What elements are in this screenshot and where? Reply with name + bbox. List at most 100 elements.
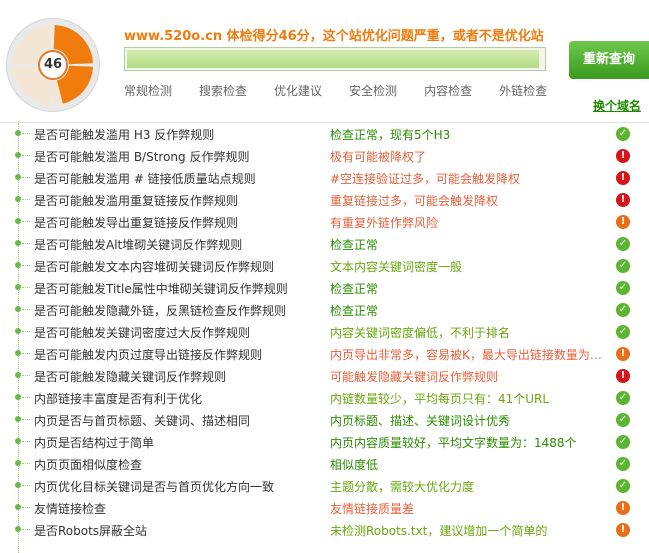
check-label: 是否可能触发关键词密度过大反作弊规则 — [34, 326, 251, 340]
alert-icon: ! — [616, 215, 630, 229]
check-icon: ✓ — [616, 281, 630, 295]
check-label: 友情链接检查 — [34, 502, 107, 516]
check-row: 是否可能触发Alt堆砌关键词反作弊规则 检查正常 ✓ — [0, 233, 649, 255]
progress-bar — [124, 47, 546, 71]
check-result: 内链数量较少，平均每页只有：41个URL — [330, 392, 550, 406]
check-label: 是否可能触发隐藏关键词反作弊规则 — [34, 370, 227, 384]
bullet-icon — [15, 284, 21, 290]
check-label: 内页是否与首页标题、关键词、描述相同 — [34, 414, 251, 428]
alert-icon: ! — [616, 171, 630, 185]
bullet-icon — [15, 218, 21, 224]
check-row: 内页页面相似度检查 相似度低 ✓ — [0, 453, 649, 475]
check-label: 是否可能触发Alt堆砌关键词反作弊规则 — [34, 238, 243, 252]
check-row: 是否Robots屏蔽全站 未检测Robots.txt，建议增加一个简单的! — [0, 519, 649, 541]
check-row: 是否可能触发内页过度导出链接反作弊规则 内页导出非常多，容易被K，最大导出链接数量… — [0, 343, 649, 365]
connector-line — [22, 199, 30, 200]
bullet-icon — [15, 130, 21, 136]
bullet-icon — [15, 372, 21, 378]
check-label: 内页页面相似度检查 — [34, 458, 143, 472]
check-row: 是否可能触发导出重复链接反作弊规则 有重复外链作弊风险! — [0, 211, 649, 233]
check-row: 内部链接丰富度是否有利于优化 内链数量较少，平均每页只有：41个URL ✓ — [0, 387, 649, 409]
tab-bar: 常规检测 搜索检查 优化建议 安全检测 内容检查 外链检查 — [124, 82, 574, 99]
check-row: 是否可能触发滥用 # 链接低质量站点规则 #空连接验证过多，可能会触发降权! — [0, 167, 649, 189]
tab-2[interactable]: 优化建议 — [274, 82, 322, 99]
check-label: 内部链接丰富度是否有利于优化 — [34, 392, 203, 406]
alert-icon: ! — [616, 149, 630, 163]
check-label: 是否可能触发内页过度导出链接反作弊规则 — [34, 348, 263, 362]
check-result: 检查正常 — [330, 304, 379, 318]
check-label: 是否可能触发文本内容堆砌关键词反作弊规则 — [34, 260, 275, 274]
check-label: 内页优化目标关键词是否与首页优化方向一致 — [34, 480, 275, 494]
bullet-icon — [15, 394, 21, 400]
bullet-icon — [15, 306, 21, 312]
bullet-icon — [15, 152, 21, 158]
connector-line — [22, 397, 30, 398]
connector-line — [22, 419, 30, 420]
check-label: 是否可能触发滥用重复链接反作弊规则 — [34, 194, 239, 208]
connector-line — [22, 177, 30, 178]
check-row: 是否可能触发关键词密度过大反作弊规则 内容关键词密度偏低，不利于排名 ✓ — [0, 321, 649, 343]
check-result: 未检测Robots.txt，建议增加一个简单的 — [330, 524, 548, 538]
check-row: 是否可能触发隐藏关键词反作弊规则 可能触发隐藏关键词反作弊规则! — [0, 365, 649, 387]
alert-icon: ! — [616, 501, 630, 515]
report-header: 46 www.520o.cn 体检得分46分，这个站优化问题严重，或者不是优化站… — [0, 0, 649, 118]
check-row: 是否可能触发滥用重复链接反作弊规则 重复链接过多，可能会触发降权! — [0, 189, 649, 211]
connector-line — [22, 529, 30, 530]
check-result: 友情链接质量差 — [330, 502, 415, 516]
tab-3[interactable]: 安全检测 — [349, 82, 397, 99]
score-value: 46 — [38, 50, 68, 80]
check-icon: ✓ — [616, 127, 630, 141]
score-gauge: 46 — [6, 18, 100, 112]
check-row: 是否可能触发隐藏外链，反黑链检查反作弊规则 检查正常 ✓ — [0, 299, 649, 321]
bullet-icon — [15, 504, 21, 510]
check-result: 检查正常，现有5个H3 — [330, 128, 451, 142]
check-icon: ✓ — [616, 457, 630, 471]
recheck-button[interactable]: 重新查询 — [569, 41, 649, 79]
bullet-icon — [15, 438, 21, 444]
check-row: 是否可能触发Title属性中堆砌关键词反作弊规则 检查正常 ✓ — [0, 277, 649, 299]
connector-line — [22, 331, 30, 332]
bullet-icon — [15, 460, 21, 466]
check-icon: ✓ — [616, 259, 630, 273]
check-row: 内页是否与首页标题、关键词、描述相同 内页标题、描述、关键词设计优秀 ✓ — [0, 409, 649, 431]
check-result: 内页内容质量较好，平均文字数量为：1488个 — [330, 436, 577, 450]
check-label: 是否可能触发滥用 B/Strong 反作弊规则 — [34, 150, 250, 164]
check-result: 文本内容关键词密度一般 — [330, 260, 463, 274]
tab-4[interactable]: 内容检查 — [424, 82, 472, 99]
progress-fill — [127, 50, 539, 68]
connector-line — [22, 507, 30, 508]
check-row: 是否可能触发滥用 H3 反作弊规则 检查正常，现有5个H3 ✓ — [0, 123, 649, 145]
change-domain-link[interactable]: 换个域名 — [593, 97, 641, 114]
check-label: 是否可能触发滥用 # 链接低质量站点规则 — [34, 172, 256, 186]
check-icon: ✓ — [616, 391, 630, 405]
connector-line — [22, 441, 30, 442]
bullet-icon — [15, 350, 21, 356]
check-result: 可能触发隐藏关键词反作弊规则 — [330, 370, 499, 384]
check-row: 友情链接检查 友情链接质量差! — [0, 497, 649, 519]
check-icon: ✓ — [616, 237, 630, 251]
bullet-icon — [15, 482, 21, 488]
bullet-icon — [15, 174, 21, 180]
alert-icon: ! — [616, 523, 630, 537]
check-result: 内页标题、描述、关键词设计优秀 — [330, 414, 511, 428]
check-result: 重复链接过多，可能会触发降权 — [330, 194, 499, 208]
tab-5[interactable]: 外链检查 — [499, 82, 547, 99]
check-icon: ✓ — [616, 303, 630, 317]
tab-0[interactable]: 常规检测 — [124, 82, 172, 99]
check-result: 极有可能被降权了 — [330, 150, 427, 164]
check-label: 是否可能触发导出重复链接反作弊规则 — [34, 216, 239, 230]
check-result: #空连接验证过多，可能会触发降权 — [330, 172, 521, 186]
check-label: 是否可能触发滥用 H3 反作弊规则 — [34, 128, 215, 142]
connector-line — [22, 155, 30, 156]
connector-line — [22, 265, 30, 266]
tab-1[interactable]: 搜索检查 — [199, 82, 247, 99]
connector-line — [22, 485, 30, 486]
check-icon: ✓ — [616, 413, 630, 427]
check-result: 内容关键词密度偏低，不利于排名 — [330, 326, 511, 340]
bullet-icon — [15, 262, 21, 268]
alert-icon: ! — [616, 369, 630, 383]
bullet-icon — [15, 526, 21, 532]
check-label: 是否可能触发Title属性中堆砌关键词反作弊规则 — [34, 282, 288, 296]
connector-line — [22, 463, 30, 464]
connector-line — [22, 287, 30, 288]
